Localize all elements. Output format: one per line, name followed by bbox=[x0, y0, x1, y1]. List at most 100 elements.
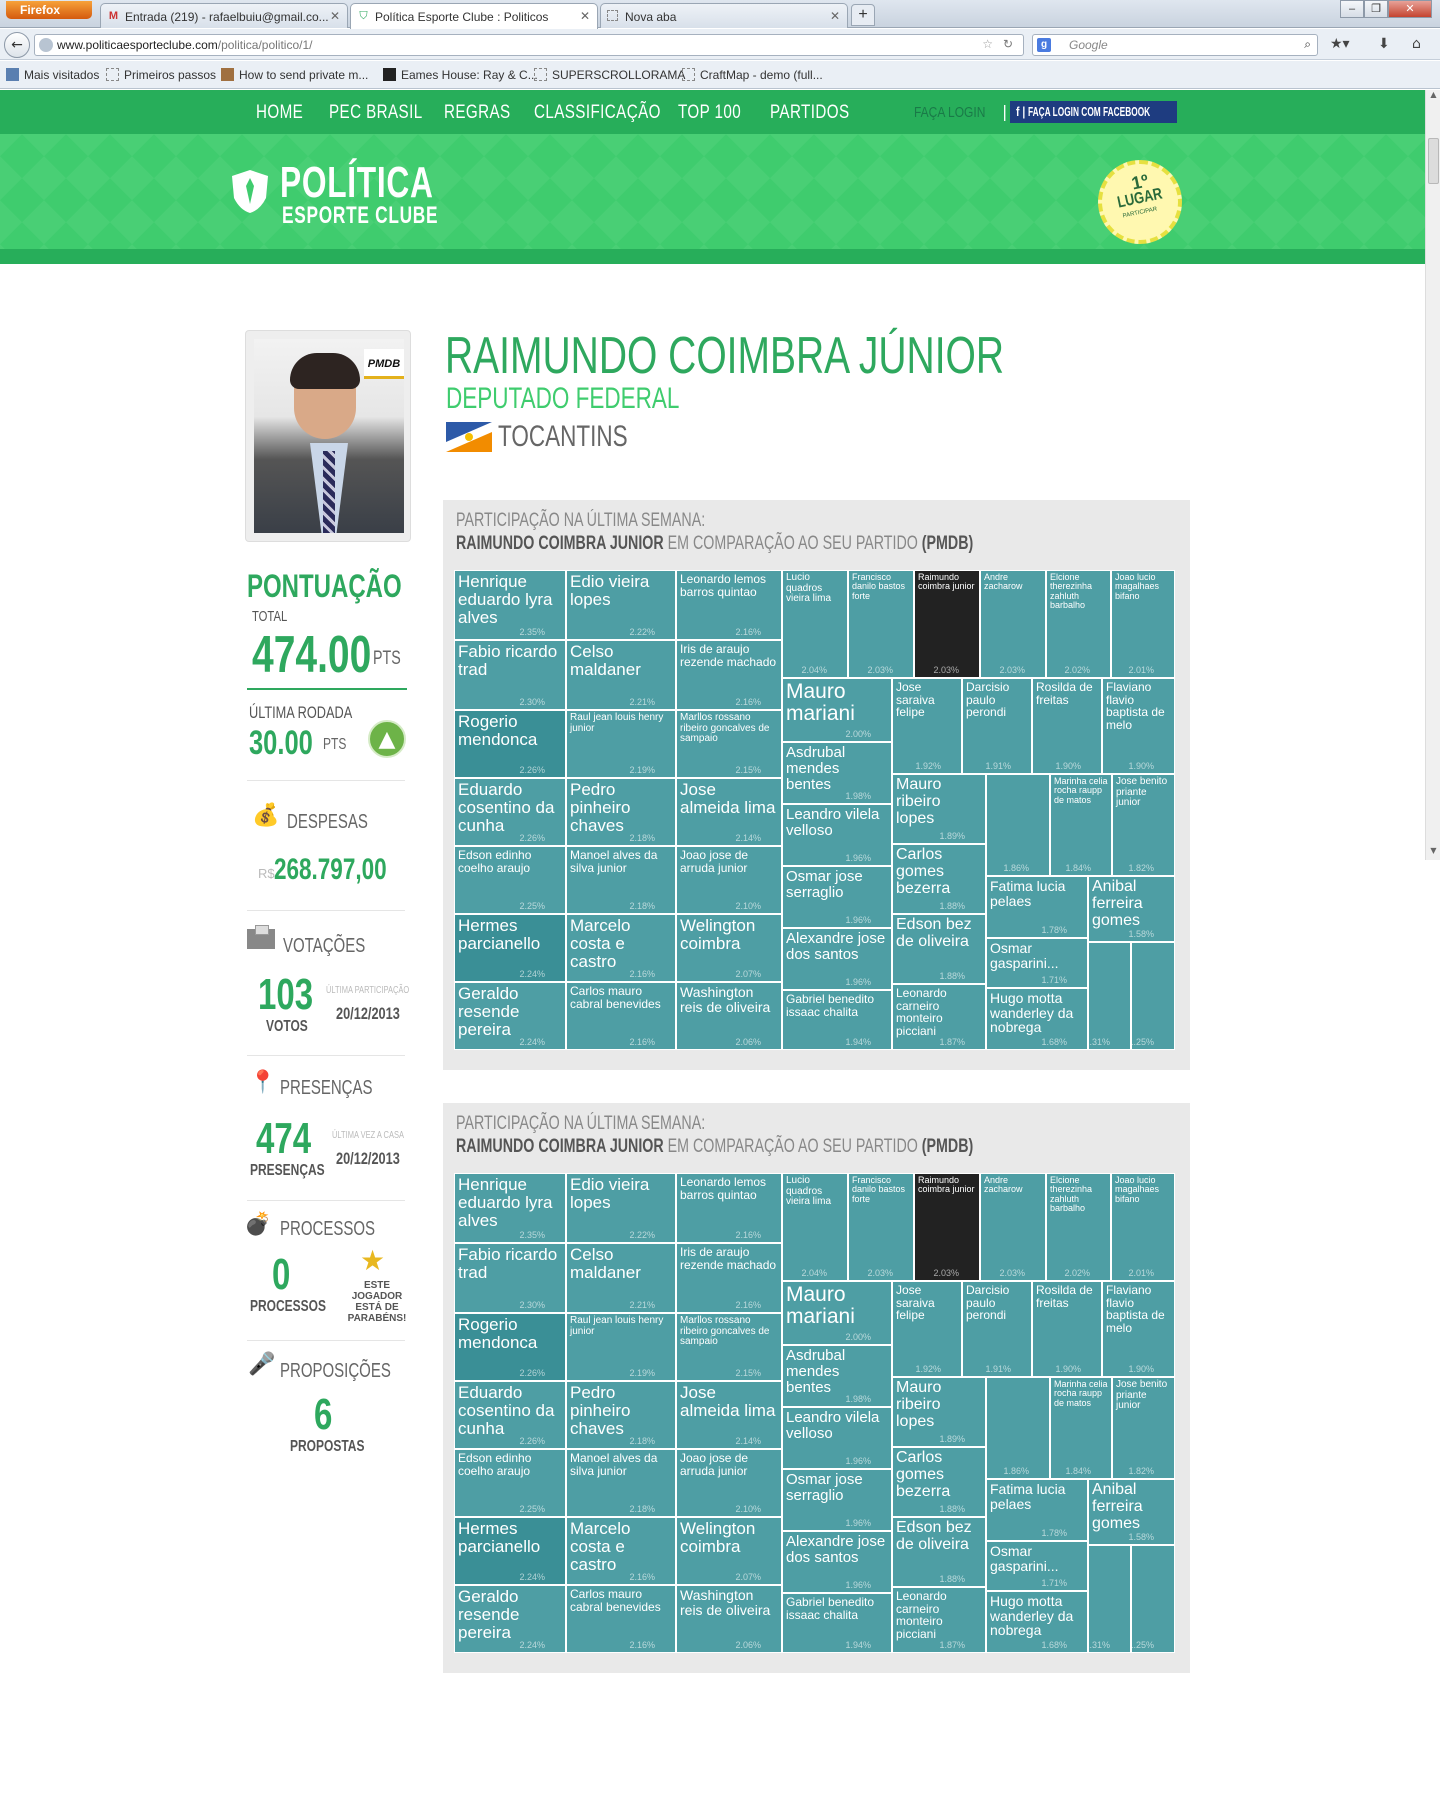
treemap-cell[interactable]: Marinha celia rocha raupp de matos 1.84% bbox=[1050, 774, 1112, 876]
treemap-cell[interactable]: Fatima lucia pelaes 1.78% bbox=[986, 1479, 1088, 1541]
treemap-cell[interactable]: Celso maldaner 2.21% bbox=[566, 1243, 676, 1313]
treemap-cell[interactable]: Osmar gasparini... 1.71% bbox=[986, 938, 1088, 988]
treemap-cell[interactable]: Anibal ferreira gomes 1.58% bbox=[1088, 876, 1175, 942]
nav-pec-brasil[interactable]: PEC BRASIL bbox=[329, 102, 423, 124]
treemap-cell[interactable]: Andre zacharow 2.03% bbox=[980, 1173, 1046, 1281]
nav-home[interactable]: HOME bbox=[256, 102, 303, 124]
treemap-cell[interactable]: Hugo motta wanderley da nobrega 1.68% bbox=[986, 988, 1088, 1050]
treemap-cell[interactable]: Jose benito priante junior 1.82% bbox=[1112, 774, 1175, 876]
treemap-cell[interactable]: Eduardo cosentino da cunha 2.26% bbox=[454, 1381, 566, 1449]
treemap-cell[interactable]: Washington reis de oliveira 2.06% bbox=[676, 982, 782, 1050]
treemap-cell[interactable]: Mauro mariani 2.00% bbox=[782, 1281, 892, 1345]
page-scrollbar[interactable]: ▲ ▼ bbox=[1425, 90, 1440, 860]
treemap-cell[interactable]: Osmar jose serraglio 1.96% bbox=[782, 1469, 892, 1531]
treemap-cell[interactable]: Geraldo resende pereira 2.24% bbox=[454, 1585, 566, 1653]
logo-title[interactable]: POLÍTICA bbox=[280, 158, 434, 208]
bookmarks-menu-icon[interactable]: ★▾ bbox=[1330, 36, 1350, 52]
treemap-cell[interactable]: Mauro ribeiro lopes 1.89% bbox=[892, 774, 986, 844]
reload-icon[interactable]: ↻ bbox=[1003, 37, 1013, 51]
treemap-cell[interactable]: Joao jose de arruda junior 2.10% bbox=[676, 846, 782, 914]
treemap-cell[interactable]: Pedro pinheiro chaves 2.18% bbox=[566, 1381, 676, 1449]
scroll-thumb[interactable] bbox=[1428, 138, 1439, 184]
search-input[interactable]: g Google ⌕ bbox=[1032, 34, 1318, 56]
treemap-cell[interactable]: Leonardo carneiro monteiro picciani 1.87% bbox=[892, 984, 986, 1050]
treemap-cell[interactable]: Henrique eduardo lyra alves 2.35% bbox=[454, 570, 566, 640]
treemap-cell[interactable]: Fatima lucia pelaes 1.78% bbox=[986, 876, 1088, 938]
treemap-cell[interactable]: Washington reis de oliveira 2.06% bbox=[676, 1585, 782, 1653]
treemap-cell[interactable]: Flaviano flavio baptista de melo 1.90% bbox=[1102, 678, 1175, 774]
treemap-cell[interactable]: Jose almeida lima 2.14% bbox=[676, 778, 782, 846]
treemap-cell[interactable]: Edson edinho coelho araujo 2.25% bbox=[454, 1449, 566, 1517]
treemap-cell[interactable]: Manoel alves da silva junior 2.18% bbox=[566, 846, 676, 914]
treemap-cell[interactable]: Carlos mauro cabral benevides 2.16% bbox=[566, 1585, 676, 1653]
treemap-cell[interactable]: Darcisio paulo perondi 1.91% bbox=[962, 1281, 1032, 1377]
treemap-cell[interactable]: Andre zacharow 2.03% bbox=[980, 570, 1046, 678]
treemap-cell[interactable]: Leonardo carneiro monteiro picciani 1.87% bbox=[892, 1587, 986, 1653]
treemap-cell[interactable]: Iris de araujo rezende machado 2.16% bbox=[676, 1243, 782, 1313]
treemap-cell[interactable]: Rogerio mendonca 2.26% bbox=[454, 1313, 566, 1381]
bookmark-item[interactable]: SUPERSCROLLORAMA bbox=[534, 68, 685, 82]
tab-politica[interactable]: ⛉ Política Esporte Clube : Politicos ✕ bbox=[350, 3, 598, 29]
treemap-cell[interactable]: Mauro mariani 2.00% bbox=[782, 678, 892, 742]
treemap-cell[interactable]: Carlos mauro cabral benevides 2.16% bbox=[566, 982, 676, 1050]
treemap-cell[interactable]: Mauro ribeiro lopes 1.89% bbox=[892, 1377, 986, 1447]
treemap-cell[interactable]: Eduardo cosentino da cunha 2.26% bbox=[454, 778, 566, 846]
treemap-cell[interactable]: Jose saraiva felipe 1.92% bbox=[892, 1281, 962, 1377]
treemap-cell[interactable]: Welington coimbra 2.07% bbox=[676, 1517, 782, 1585]
nav-regras[interactable]: REGRAS bbox=[444, 102, 511, 124]
treemap-cell[interactable]: Edio vieira lopes 2.22% bbox=[566, 1173, 676, 1243]
treemap-cell[interactable]: 1.86% bbox=[986, 1377, 1050, 1479]
treemap-cell[interactable]: Geraldo resende pereira 2.24% bbox=[454, 982, 566, 1050]
treemap-cell[interactable]: Pedro pinheiro chaves 2.18% bbox=[566, 778, 676, 846]
close-tab-icon[interactable]: ✕ bbox=[580, 9, 590, 23]
search-icon[interactable]: ⌕ bbox=[1304, 37, 1311, 52]
treemap-cell[interactable]: Edson bez de oliveira 1.88% bbox=[892, 914, 986, 984]
facebook-login-button[interactable]: f | FAÇA LOGIN COM FACEBOOK bbox=[1010, 101, 1177, 123]
tab-gmail[interactable]: M Entrada (219) - rafaelbuiu@gmail.co...… bbox=[100, 3, 348, 28]
bookmark-item[interactable]: Eames House: Ray & C... bbox=[383, 68, 538, 82]
treemap-cell[interactable]: 1.31% bbox=[1088, 942, 1131, 1050]
scroll-down-icon[interactable]: ▼ bbox=[1426, 846, 1440, 860]
treemap-cell[interactable]: Flaviano flavio baptista de melo 1.90% bbox=[1102, 1281, 1175, 1377]
back-button[interactable]: ← bbox=[4, 32, 30, 58]
treemap-cell[interactable]: Henrique eduardo lyra alves 2.35% bbox=[454, 1173, 566, 1243]
treemap-cell[interactable]: Iris de araujo rezende machado 2.16% bbox=[676, 640, 782, 710]
treemap-cell[interactable]: Welington coimbra 2.07% bbox=[676, 914, 782, 982]
treemap-cell[interactable]: Alexandre jose dos santos 1.96% bbox=[782, 928, 892, 990]
treemap-cell[interactable]: Joao lucio magalhaes bifano 2.01% bbox=[1111, 570, 1175, 678]
treemap-cell[interactable]: Edson bez de oliveira 1.88% bbox=[892, 1517, 986, 1587]
treemap-cell[interactable]: Manoel alves da silva junior 2.18% bbox=[566, 1449, 676, 1517]
treemap-cell-selected[interactable]: Raimundo coimbra junior 2.03% bbox=[914, 570, 980, 678]
bookmark-star-icon[interactable]: ☆ bbox=[982, 37, 993, 51]
treemap-cell[interactable]: Leonardo lemos barros quintao 2.16% bbox=[676, 570, 782, 640]
treemap-cell[interactable]: Joao lucio magalhaes bifano 2.01% bbox=[1111, 1173, 1175, 1281]
treemap-cell[interactable]: Carlos gomes bezerra 1.88% bbox=[892, 1447, 986, 1517]
nav-partidos[interactable]: PARTIDOS bbox=[770, 102, 850, 124]
firefox-menu-button[interactable]: Firefox bbox=[6, 1, 92, 19]
treemap-cell[interactable]: Francisco danilo bastos forte 2.03% bbox=[848, 1173, 914, 1281]
treemap-cell[interactable]: Raul jean louis henry junior 2.19% bbox=[566, 1313, 676, 1381]
treemap-cell[interactable]: Gabriel benedito issaac chalita 1.94% bbox=[782, 990, 892, 1050]
treemap-cell[interactable]: Hugo motta wanderley da nobrega 1.68% bbox=[986, 1591, 1088, 1653]
maximize-button[interactable]: ❐ bbox=[1364, 0, 1388, 18]
treemap-cell[interactable]: Darcisio paulo perondi 1.91% bbox=[962, 678, 1032, 774]
treemap-cell[interactable]: Osmar jose serraglio 1.96% bbox=[782, 866, 892, 928]
treemap-cell[interactable]: Gabriel benedito issaac chalita 1.94% bbox=[782, 1593, 892, 1653]
treemap-cell[interactable]: Osmar gasparini... 1.71% bbox=[986, 1541, 1088, 1591]
treemap-cell[interactable]: Jose almeida lima 2.14% bbox=[676, 1381, 782, 1449]
minimize-button[interactable]: – bbox=[1340, 0, 1364, 18]
new-tab-button[interactable]: + bbox=[851, 4, 875, 26]
treemap-cell[interactable]: Fabio ricardo trad 2.30% bbox=[454, 1243, 566, 1313]
nav-top-100[interactable]: TOP 100 bbox=[678, 102, 741, 124]
treemap-cell[interactable]: Asdrubal mendes bentes 1.98% bbox=[782, 1345, 892, 1407]
treemap-cell[interactable]: Leandro vilela velloso 1.96% bbox=[782, 804, 892, 866]
treemap-cell[interactable]: Celso maldaner 2.21% bbox=[566, 640, 676, 710]
treemap-cell[interactable]: Leonardo lemos barros quintao 2.16% bbox=[676, 1173, 782, 1243]
treemap-cell[interactable]: Jose benito priante junior 1.82% bbox=[1112, 1377, 1175, 1479]
url-bar[interactable]: www.politicaesporteclube.com/politica/po… bbox=[34, 34, 1024, 56]
treemap-cell[interactable]: Jose saraiva felipe 1.92% bbox=[892, 678, 962, 774]
treemap-cell[interactable]: Alexandre jose dos santos 1.96% bbox=[782, 1531, 892, 1593]
close-window-button[interactable]: ✕ bbox=[1388, 0, 1432, 18]
treemap-cell[interactable]: Joao jose de arruda junior 2.10% bbox=[676, 1449, 782, 1517]
treemap-cell[interactable]: Elcione therezinha zahluth barbalho 2.02% bbox=[1046, 570, 1111, 678]
